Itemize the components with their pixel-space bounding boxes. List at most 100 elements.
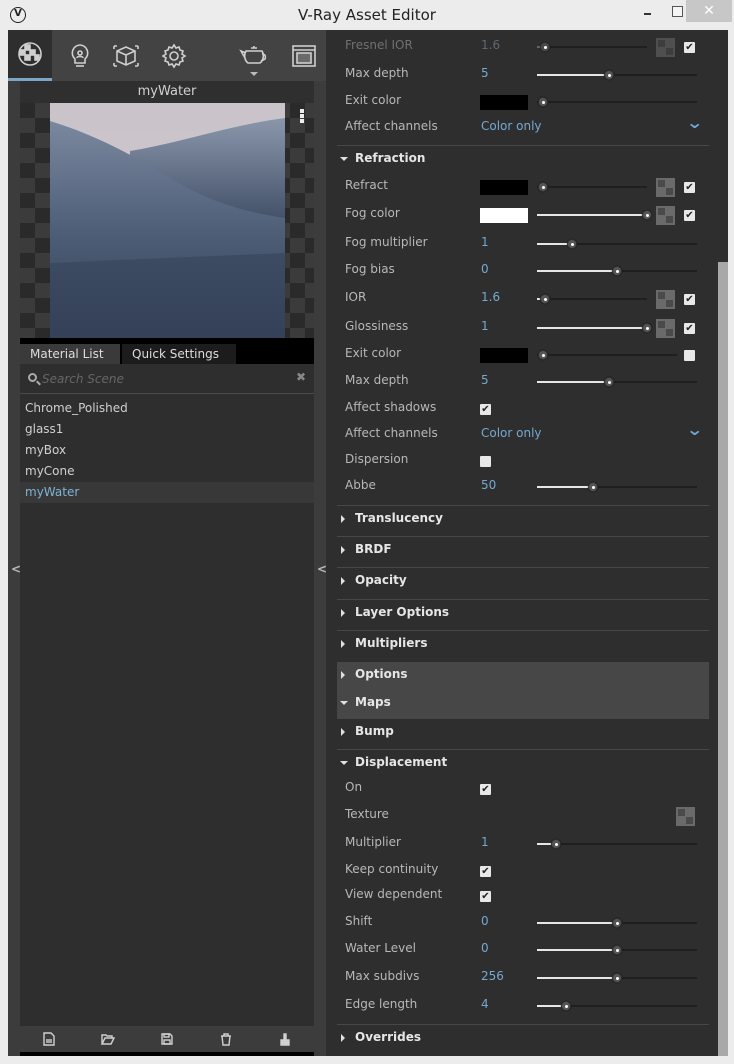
section-header-multipliers[interactable]: Multipliers — [337, 630, 709, 658]
slider-handle[interactable] — [539, 294, 550, 304]
color-swatch[interactable] — [480, 348, 528, 363]
value-slider[interactable] — [537, 239, 697, 249]
slider-handle[interactable] — [538, 97, 548, 107]
value-slider[interactable] — [537, 350, 677, 360]
enable-checkbox[interactable]: ✔ — [684, 210, 695, 221]
texture-slot-icon[interactable] — [656, 290, 675, 309]
section-header-layer-options[interactable]: Layer Options — [337, 599, 709, 627]
save-icon[interactable] — [160, 1032, 174, 1046]
texture-slot-icon[interactable] — [656, 206, 675, 225]
texture-slot-icon[interactable] — [656, 319, 675, 338]
chevron-down-icon[interactable]: ⌄ — [686, 113, 703, 132]
enable-checkbox[interactable]: ✔ — [684, 323, 695, 334]
search-input[interactable] — [42, 369, 282, 389]
section-header-displacement[interactable]: Displacement — [337, 749, 709, 777]
texture-slot-icon[interactable] — [656, 38, 675, 57]
value-slider[interactable] — [537, 294, 647, 304]
property-value[interactable]: 5 — [481, 66, 489, 80]
property-value[interactable]: 0 — [481, 941, 489, 955]
material-item[interactable]: Chrome_Polished — [20, 398, 314, 419]
slider-handle[interactable] — [538, 350, 548, 360]
value-slider[interactable] — [537, 182, 647, 192]
preview-options-menu[interactable] — [300, 109, 304, 123]
value-slider[interactable] — [537, 482, 697, 492]
property-value[interactable]: 4 — [481, 997, 489, 1011]
value-slider[interactable] — [537, 973, 697, 983]
enable-checkbox[interactable]: ✔ — [684, 294, 695, 305]
dropdown-value[interactable]: Color only — [481, 426, 542, 440]
texture-slot-icon[interactable] — [676, 807, 695, 826]
dropdown-value[interactable]: Color only — [481, 119, 542, 133]
slider-handle[interactable] — [567, 239, 578, 249]
section-header-overrides[interactable]: Overrides — [337, 1024, 709, 1052]
checkbox[interactable]: ✔ — [480, 891, 491, 902]
frame-buffer-button[interactable] — [282, 30, 326, 81]
checkbox[interactable]: ✔ — [480, 784, 491, 795]
collapse-left-panel-icon[interactable]: < — [11, 562, 21, 576]
chevron-down-icon[interactable]: ⌄ — [686, 420, 703, 439]
property-value[interactable]: 1 — [481, 319, 489, 333]
value-slider[interactable] — [537, 323, 652, 333]
tab-quick-settings[interactable]: Quick Settings — [122, 344, 236, 364]
slider-handle[interactable] — [538, 182, 548, 192]
value-slider[interactable] — [537, 210, 652, 220]
slider-handle[interactable] — [612, 918, 622, 928]
scrollbar-track[interactable] — [718, 30, 728, 262]
value-slider[interactable] — [537, 945, 697, 955]
minimize-button[interactable] — [636, 0, 662, 22]
section-header-bump[interactable]: Bump — [337, 718, 709, 746]
color-swatch[interactable] — [480, 180, 528, 195]
slider-handle[interactable] — [642, 323, 652, 333]
enable-checkbox[interactable] — [684, 350, 695, 361]
property-value[interactable]: 50 — [481, 478, 496, 492]
material-item-selected[interactable]: myWater — [20, 482, 314, 503]
value-slider[interactable] — [537, 97, 697, 107]
value-slider[interactable] — [537, 1001, 697, 1011]
value-slider[interactable] — [537, 42, 647, 52]
scrollbar-thumb[interactable] — [718, 262, 728, 1056]
value-slider[interactable] — [537, 266, 697, 276]
slider-handle[interactable] — [560, 1001, 571, 1011]
open-folder-icon[interactable] — [101, 1032, 116, 1046]
property-value[interactable]: 1.6 — [481, 290, 500, 304]
materials-tab-button[interactable] — [8, 30, 52, 81]
section-header-options[interactable]: Options — [337, 662, 709, 690]
slider-handle[interactable] — [588, 482, 598, 492]
slider-handle[interactable] — [604, 377, 614, 387]
new-file-icon[interactable] — [42, 1032, 56, 1046]
texture-slot-icon[interactable] — [656, 178, 675, 197]
slider-handle[interactable] — [604, 70, 614, 80]
value-slider[interactable] — [537, 377, 697, 387]
property-value[interactable]: 5 — [481, 373, 489, 387]
purge-brush-icon[interactable] — [278, 1032, 292, 1046]
section-header-translucency[interactable]: Translucency — [337, 505, 709, 533]
value-slider[interactable] — [537, 918, 697, 928]
property-value[interactable]: 256 — [481, 969, 504, 983]
material-item[interactable]: myBox — [20, 440, 314, 461]
section-header-opacity[interactable]: Opacity — [337, 567, 709, 595]
section-header-brdf[interactable]: BRDF — [337, 536, 709, 564]
render-dropdown-caret[interactable] — [250, 72, 258, 76]
value-slider[interactable] — [537, 839, 697, 849]
clear-search-icon[interactable]: ✖ — [296, 370, 306, 384]
lights-tab-button[interactable] — [58, 30, 102, 81]
material-item[interactable]: myCone — [20, 461, 314, 482]
slider-handle[interactable] — [612, 945, 622, 955]
property-value[interactable]: 1 — [481, 235, 489, 249]
tab-material-list[interactable]: Material List — [20, 344, 120, 364]
value-slider[interactable] — [537, 70, 697, 80]
close-button[interactable]: ✕ — [686, 0, 732, 22]
slider-handle[interactable] — [642, 210, 652, 220]
slider-handle[interactable] — [539, 42, 550, 52]
trash-icon[interactable] — [219, 1032, 233, 1046]
section-header-refraction[interactable]: Refraction — [337, 145, 709, 173]
checkbox[interactable]: ✔ — [480, 404, 491, 415]
enable-checkbox[interactable]: ✔ — [684, 182, 695, 193]
property-value[interactable]: 0 — [481, 914, 489, 928]
slider-handle[interactable] — [551, 839, 562, 849]
property-value[interactable]: 1 — [481, 835, 489, 849]
property-value[interactable]: 0 — [481, 262, 489, 276]
geometry-tab-button[interactable] — [104, 30, 148, 81]
enable-checkbox[interactable]: ✔ — [684, 42, 695, 53]
checkbox[interactable] — [480, 456, 491, 467]
